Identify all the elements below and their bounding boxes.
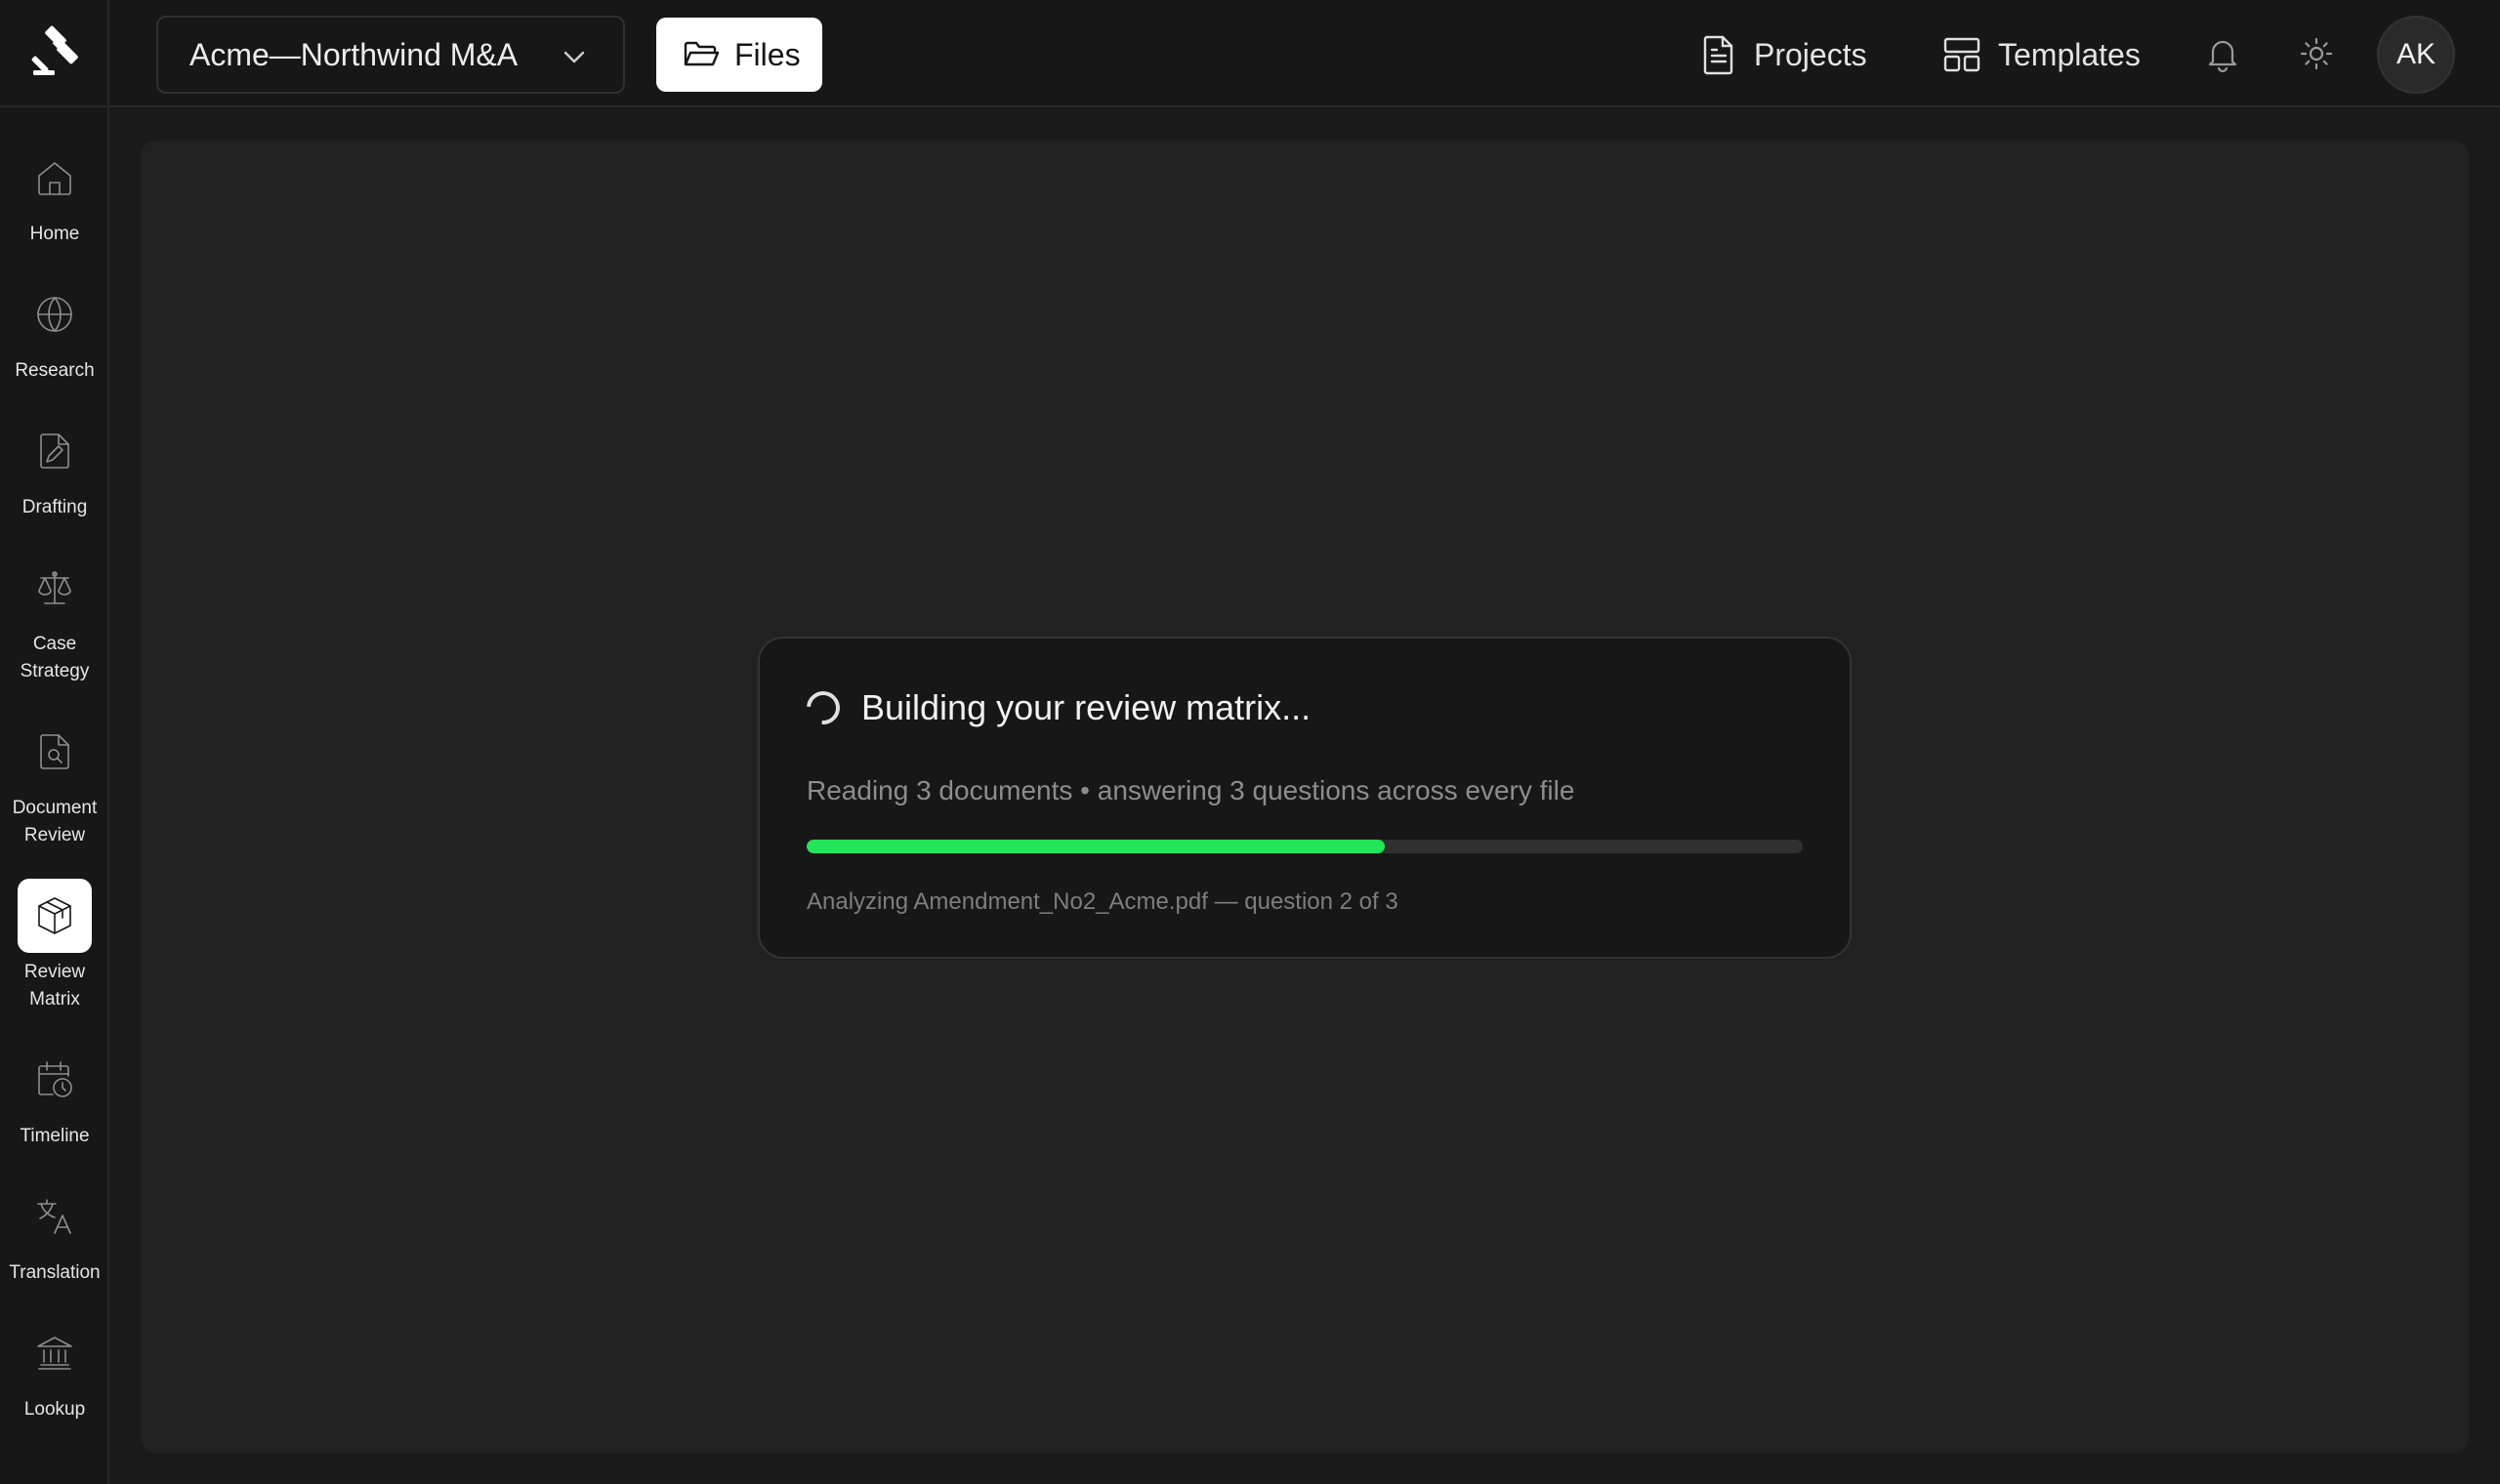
sidebar-item-label-line: Home: [29, 224, 80, 244]
files-label: Files: [734, 36, 801, 72]
sun-icon: [2300, 37, 2333, 70]
sidebar-item-label: Review Matrix: [0, 959, 109, 1013]
progress-title-text: Building your review matrix...: [861, 687, 1312, 727]
sidebar-item-label-line: Drafting: [21, 497, 88, 517]
sidebar-item-label-line: Translation: [9, 1262, 101, 1283]
calendar-clock-icon: [18, 1043, 92, 1117]
sidebar-item-label: Translation: [0, 1259, 109, 1287]
document-icon: [1703, 35, 1733, 75]
templates-label: Templates: [1998, 36, 2141, 72]
sidebar-item-label-line: Strategy: [20, 661, 90, 681]
sidebar-item-label: Document Review: [0, 795, 109, 849]
sidebar-item-label-line: Case: [32, 634, 77, 654]
projects-label: Projects: [1754, 36, 1867, 72]
sidebar-item-label: Home: [0, 221, 109, 248]
folder-open-icon: [684, 41, 720, 66]
bell-icon: [2208, 40, 2237, 73]
sidebar-item-translation[interactable]: Translation: [0, 1179, 109, 1287]
home-icon: [18, 141, 92, 215]
project-name: Acme—Northwind M&A: [189, 36, 519, 72]
notifications-button[interactable]: [2193, 24, 2252, 83]
files-button[interactable]: Files: [656, 18, 822, 92]
sidebar-item-timeline[interactable]: Timeline: [0, 1043, 109, 1150]
main-content: Building your review matrix... Reading 3…: [141, 141, 2469, 1453]
sidebar-item-drafting[interactable]: Drafting: [0, 414, 109, 521]
edit-document-icon: [18, 414, 92, 488]
sidebar-item-label: Lookup: [0, 1396, 109, 1423]
cube-icon: [18, 879, 92, 953]
progress-bar-fill: [807, 840, 1385, 853]
top-bar: Acme—Northwind M&A Files Projects Templa…: [109, 0, 2500, 107]
progress-subtitle: Reading 3 documents • answering 3 questi…: [807, 775, 1575, 805]
chevron-down-icon: [563, 51, 585, 63]
globe-icon: [18, 277, 92, 351]
sidebar-item-lookup[interactable]: Lookup: [0, 1316, 109, 1423]
sidebar: Home Research Drafting Case Strategy Document…: [0, 0, 109, 1484]
progress-status: Analyzing Amendment_No2_Acme.pdf — quest…: [807, 888, 1398, 915]
sidebar-item-label-line: Lookup: [23, 1399, 86, 1420]
progress-bar: [807, 840, 1803, 853]
projects-link[interactable]: Projects: [1699, 20, 1867, 90]
sidebar-item-label-line: Document: [12, 798, 98, 818]
progress-card: Building your review matrix... Reading 3…: [758, 637, 1852, 959]
document-search-icon: [18, 715, 92, 789]
templates-link[interactable]: Templates: [1941, 20, 2141, 90]
loading-spinner-icon: [800, 684, 847, 731]
bank-icon: [18, 1316, 92, 1390]
scales-icon: [18, 551, 92, 625]
sidebar-item-label: Drafting: [0, 494, 109, 521]
translate-icon: [18, 1179, 92, 1254]
sidebar-item-review-matrix[interactable]: Review Matrix: [0, 879, 109, 1013]
sidebar-item-document-review[interactable]: Document Review: [0, 715, 109, 849]
sidebar-item-case-strategy[interactable]: Case Strategy: [0, 551, 109, 685]
avatar[interactable]: AK: [2377, 16, 2455, 94]
sidebar-item-label-line: Timeline: [20, 1126, 90, 1146]
sidebar-item-label: Timeline: [0, 1123, 109, 1150]
sidebar-item-label-line: Review: [23, 962, 86, 982]
theme-toggle-button[interactable]: [2287, 24, 2346, 83]
gavel-icon: [31, 25, 78, 75]
layout-template-icon: [1943, 37, 1980, 72]
progress-title: Building your review matrix...: [800, 684, 1312, 731]
sidebar-item-label-line: Matrix: [29, 989, 80, 1010]
sidebar-item-label-line: Research: [15, 360, 95, 381]
sidebar-item-label: Case Strategy: [0, 631, 109, 685]
sidebar-item-label: Research: [0, 357, 109, 385]
app-logo[interactable]: [0, 0, 109, 107]
sidebar-item-research[interactable]: Research: [0, 277, 109, 385]
sidebar-item-label-line: Review: [23, 825, 86, 845]
sidebar-item-home[interactable]: Home: [0, 141, 109, 248]
avatar-initials: AK: [2396, 38, 2437, 70]
project-selector[interactable]: Acme—Northwind M&A: [156, 16, 625, 94]
